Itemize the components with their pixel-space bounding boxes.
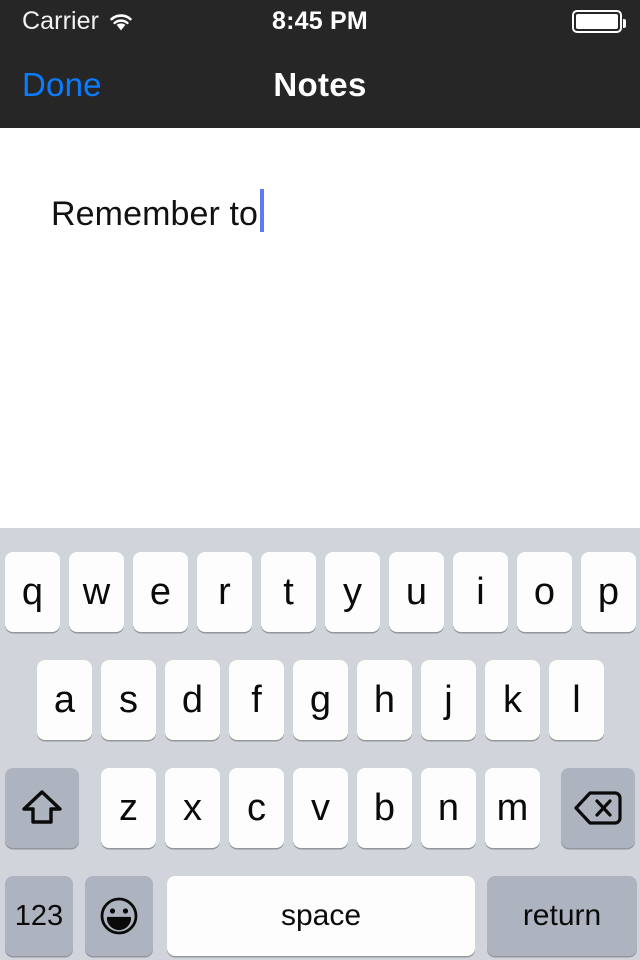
key-t[interactable]: t	[261, 552, 316, 632]
key-l[interactable]: l	[549, 660, 604, 740]
key-x[interactable]: x	[165, 768, 220, 848]
key-h[interactable]: h	[357, 660, 412, 740]
key-o[interactable]: o	[517, 552, 572, 632]
phone-screen: Carrier 8:45 PM Done Notes Remember to q…	[0, 0, 640, 960]
key-i[interactable]: i	[453, 552, 508, 632]
key-u[interactable]: u	[389, 552, 444, 632]
note-text-area[interactable]: Remember to	[0, 128, 640, 528]
key-b[interactable]: b	[357, 768, 412, 848]
status-bar-clock: 8:45 PM	[272, 6, 368, 35]
key-m[interactable]: m	[485, 768, 540, 848]
battery-fill	[576, 13, 618, 29]
key-e[interactable]: e	[133, 552, 188, 632]
numbers-key[interactable]: 123	[5, 876, 73, 956]
key-g[interactable]: g	[293, 660, 348, 740]
key-f[interactable]: f	[229, 660, 284, 740]
key-a[interactable]: a	[37, 660, 92, 740]
key-k[interactable]: k	[485, 660, 540, 740]
key-j[interactable]: j	[421, 660, 476, 740]
page-title: Notes	[273, 66, 367, 103]
key-v[interactable]: v	[293, 768, 348, 848]
backspace-key[interactable]	[561, 768, 635, 848]
key-w[interactable]: w	[69, 552, 124, 632]
text-caret	[260, 189, 265, 232]
shift-arrow-up-icon	[20, 787, 64, 829]
key-c[interactable]: c	[229, 768, 284, 848]
key-d[interactable]: d	[165, 660, 220, 740]
battery-icon	[572, 9, 626, 33]
space-key[interactable]: space	[167, 876, 475, 956]
smiley-face-icon	[97, 894, 141, 938]
key-y[interactable]: y	[325, 552, 380, 632]
emoji-key[interactable]	[85, 876, 153, 956]
key-p[interactable]: p	[581, 552, 636, 632]
note-content-line: Remember to	[51, 182, 265, 235]
navigation-bar: Done Notes	[0, 42, 640, 128]
shift-key[interactable]	[5, 768, 79, 848]
key-r[interactable]: r	[197, 552, 252, 632]
on-screen-keyboard[interactable]: q w e r t y u i o p a s d f g h j k l z …	[0, 528, 640, 960]
return-key[interactable]: return	[487, 876, 637, 956]
status-bar: Carrier 8:45 PM	[0, 0, 640, 42]
delete-left-icon	[573, 789, 623, 827]
key-z[interactable]: z	[101, 768, 156, 848]
key-q[interactable]: q	[5, 552, 60, 632]
key-s[interactable]: s	[101, 660, 156, 740]
note-text: Remember to	[51, 195, 259, 233]
key-n[interactable]: n	[421, 768, 476, 848]
status-bar-right	[572, 0, 626, 42]
